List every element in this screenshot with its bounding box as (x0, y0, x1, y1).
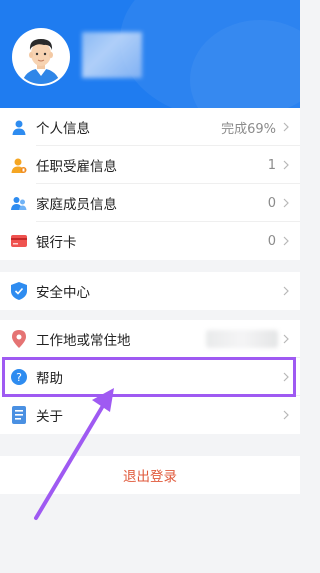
person-icon (10, 118, 28, 136)
row-label: 关于 (36, 409, 63, 425)
profile-header (0, 0, 300, 110)
row-label: 银行卡 (36, 235, 77, 251)
chevron-right-icon (282, 121, 290, 133)
chevron-right-icon (282, 159, 290, 171)
count-value: 1 (267, 157, 276, 173)
personal-info-group: 个人信息 完成69% 任职受雇信息 1 家庭成员信息 0 银行卡 0 (0, 108, 300, 260)
chevron-right-icon (282, 333, 290, 345)
row-personal-info[interactable]: 个人信息 完成69% (0, 108, 300, 146)
row-family-members[interactable]: 家庭成员信息 0 (0, 184, 300, 222)
row-about[interactable]: 关于 (0, 396, 300, 434)
count-value: 0 (267, 195, 276, 211)
row-label: 安全中心 (36, 285, 90, 301)
help-question-icon: ? (10, 368, 28, 386)
employment-person-icon (10, 156, 28, 174)
username-blurred (82, 32, 142, 78)
document-about-icon (10, 406, 28, 424)
row-security-center[interactable]: 安全中心 (0, 272, 300, 310)
family-members-icon (10, 194, 28, 212)
chevron-right-icon (282, 409, 290, 421)
count-value: 0 (267, 233, 276, 249)
security-group: 安全中心 (0, 272, 300, 310)
row-label: 工作地或常住地 (36, 333, 131, 349)
row-label: 个人信息 (36, 121, 90, 137)
row-label: 任职受雇信息 (36, 159, 117, 175)
svg-text:?: ? (16, 371, 22, 384)
row-label: 家庭成员信息 (36, 197, 117, 213)
user-avatar-icon[interactable] (12, 28, 70, 86)
row-work-location[interactable]: 工作地或常住地 (0, 320, 300, 358)
other-group: 工作地或常住地 ? 帮助 关于 (0, 320, 300, 434)
location-pin-icon (10, 330, 28, 348)
shield-icon (10, 282, 28, 300)
row-label: 帮助 (36, 371, 63, 387)
logout-button[interactable]: 退出登录 (0, 456, 300, 494)
location-value-blurred (206, 330, 278, 348)
row-employment-info[interactable]: 任职受雇信息 1 (0, 146, 300, 184)
logout-label: 退出登录 (123, 469, 177, 485)
chevron-right-icon (282, 235, 290, 247)
chevron-right-icon (282, 285, 290, 297)
chevron-right-icon (282, 371, 290, 383)
row-bank-card[interactable]: 银行卡 0 (0, 222, 300, 260)
bank-card-icon (10, 232, 28, 250)
row-help[interactable]: ? 帮助 (0, 358, 300, 396)
completion-value: 完成69% (221, 121, 276, 137)
chevron-right-icon (282, 197, 290, 209)
